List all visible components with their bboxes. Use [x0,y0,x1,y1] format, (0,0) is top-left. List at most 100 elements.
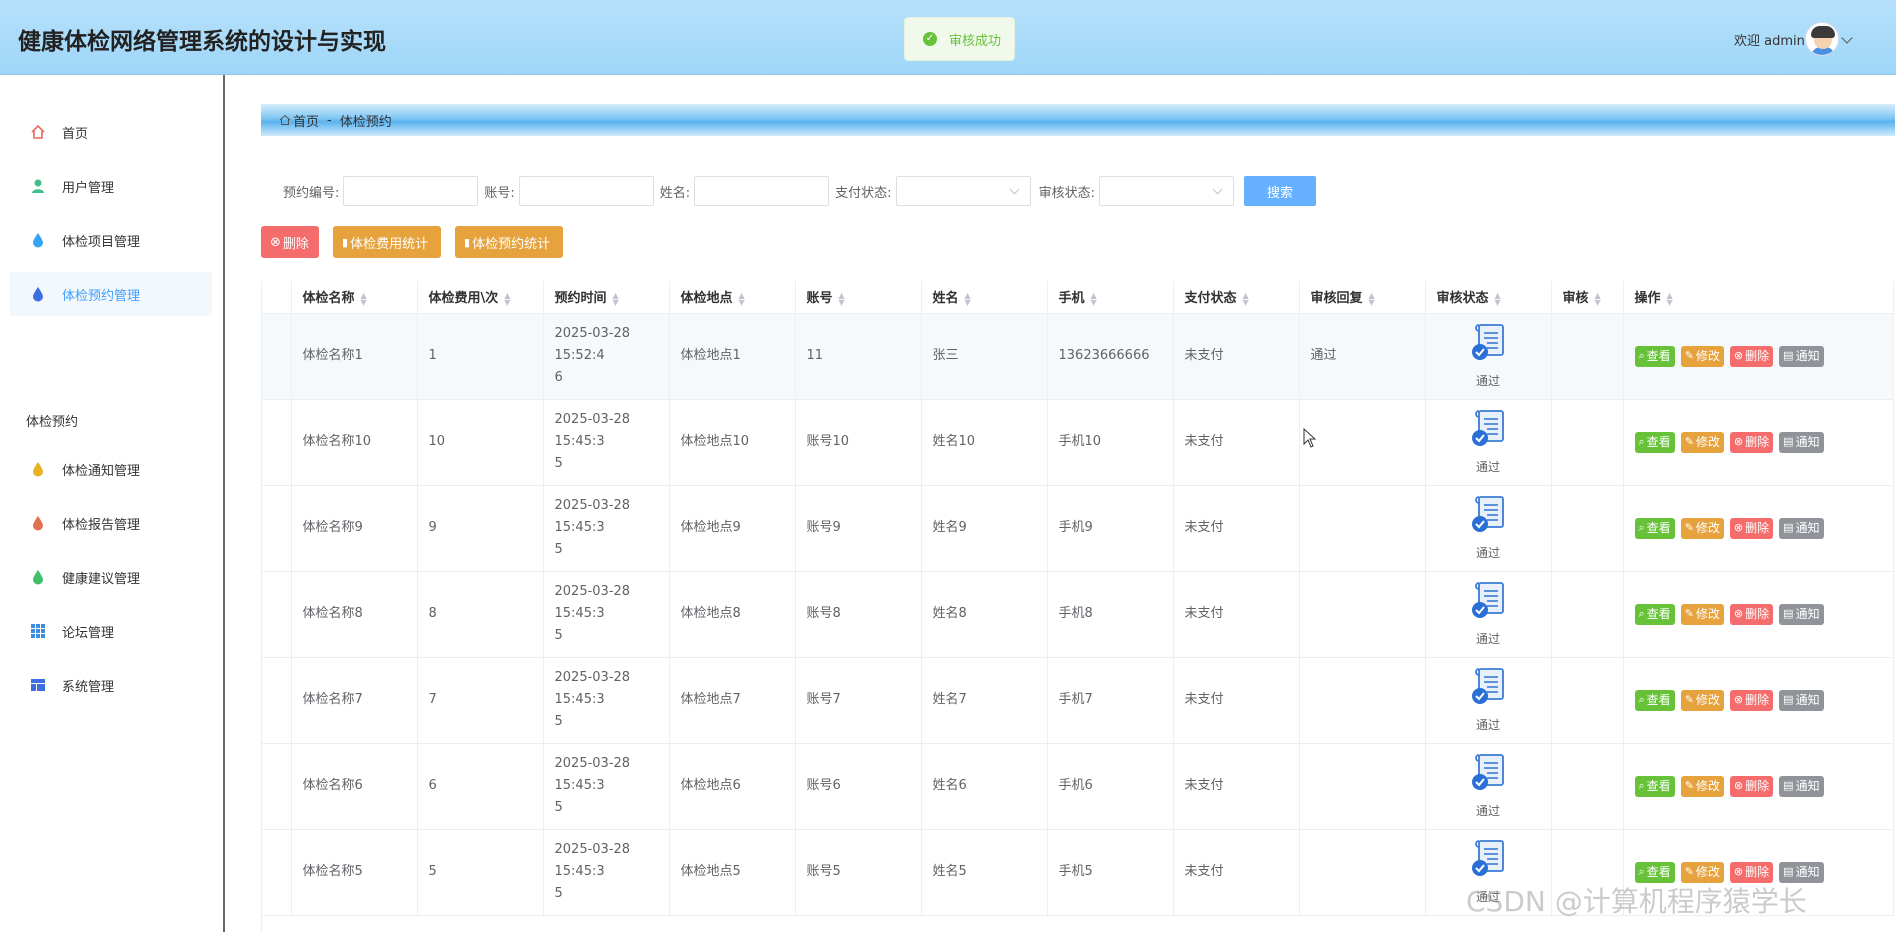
sidebar-item-notice[interactable]: 体检通知管理 [10,447,212,491]
search-form: 预约编号: 账号: 姓名: 支付状态: 审核状态: 搜索 [261,175,1316,207]
view-button[interactable]: ⌕ 查看 [1634,689,1675,711]
column-header[interactable]: 审核状态 ▲ ▼ [1425,281,1552,314]
selection-column[interactable] [262,281,292,314]
document-check-icon[interactable] [1469,323,1507,363]
cell-review-reply: 通过 [1299,313,1426,400]
batch-delete-button[interactable]: ⊗ 删除 [261,226,319,258]
document-check-icon[interactable] [1469,667,1507,707]
account-input[interactable] [518,176,654,206]
delete-button[interactable]: ⊗ 删除 [1729,431,1774,453]
sort-icon: ▲ ▼ [964,290,971,307]
sidebar-item-label: 系统管理 [62,679,115,695]
cell-review-status: 通过 [1425,485,1552,572]
edit-button[interactable]: ✎ 修改 [1680,345,1724,367]
column-header[interactable]: 体检名称 ▲ ▼ [291,281,418,314]
layout-icon [31,679,45,691]
sidebar-item-home[interactable]: 首页 [10,110,212,154]
cell-fee: 9 [417,485,544,572]
column-header[interactable]: 体检地点 ▲ ▼ [669,281,796,314]
delete-button[interactable]: ⊗ 删除 [1729,689,1774,711]
row-checkbox-cell[interactable] [262,743,292,830]
app-title: 健康体检网络管理系统的设计与实现 [18,29,386,55]
column-header[interactable]: 审核 ▲ ▼ [1551,281,1624,314]
document-check-icon[interactable] [1469,495,1507,535]
view-button[interactable]: ⌕ 查看 [1634,603,1675,625]
document-check-icon[interactable] [1469,753,1507,793]
cell-pay-status: 未支付 [1173,485,1300,572]
notify-button[interactable]: ▤ 通知 [1779,345,1824,367]
row-checkbox-cell[interactable] [262,313,292,400]
column-header[interactable]: 操作 ▲ ▼ [1623,281,1894,314]
row-checkbox-cell[interactable] [262,657,292,744]
cell-person-name: 张三 [921,313,1048,400]
delete-button[interactable]: ⊗ 删除 [1729,517,1774,539]
edit-button[interactable]: ✎ 修改 [1680,431,1724,453]
row-checkbox-cell[interactable] [262,399,292,486]
table-row: 体检名称6 6 2025-03-28 15:45:3 5 体检地点6 账号6 姓名6 手机6 未… [262,743,1894,830]
column-header[interactable]: 手机 ▲ ▼ [1047,281,1174,314]
cell-account: 账号8 [795,571,922,658]
pay-status-select[interactable] [895,176,1031,206]
sidebar-item-users[interactable]: 用户管理 [10,164,212,208]
document-check-icon[interactable] [1469,409,1507,449]
view-button[interactable]: ⌕ 查看 [1634,345,1675,367]
cell-place: 体检地点7 [669,657,796,744]
delete-button[interactable]: ⊗ 删除 [1729,775,1774,797]
cell-person-name: 姓名8 [921,571,1048,658]
drop-icon [33,570,43,585]
edit-button[interactable]: ✎ 修改 [1680,689,1724,711]
edit-button[interactable]: ✎ 修改 [1680,603,1724,625]
booking-stats-button[interactable]: ▮ 体检预约统计 [455,226,563,258]
edit-button[interactable]: ✎ 修改 [1680,517,1724,539]
notify-button[interactable]: ▤ 通知 [1779,603,1824,625]
breadcrumb-home[interactable]: 首页 [293,111,319,130]
booking-no-input[interactable] [343,176,479,206]
sidebar-item-advice[interactable]: 健康建议管理 [10,555,212,599]
delete-button[interactable]: ⊗ 删除 [1729,345,1774,367]
sidebar-item-exam-items[interactable]: 体检项目管理 [10,218,212,262]
cell-phone: 手机8 [1047,571,1174,658]
notify-button[interactable]: ▤ 通知 [1779,775,1824,797]
notify-button[interactable]: ▤ 通知 [1779,431,1824,453]
column-header[interactable]: 账号 ▲ ▼ [795,281,922,314]
notify-button[interactable]: ▤ 通知 [1779,517,1824,539]
edit-button[interactable]: ✎ 修改 [1680,775,1724,797]
sidebar-item-forum[interactable]: 论坛管理 [10,609,212,653]
delete-button[interactable]: ⊗ 删除 [1729,603,1774,625]
cell-time: 2025-03-28 15:45:3 5 [543,743,670,830]
close-circle-icon: ⊗ [1733,435,1744,448]
sort-icon: ▲ ▼ [1242,290,1249,307]
column-header[interactable]: 体检费用\次 ▲ ▼ [417,281,544,314]
sort-icon: ▲ ▼ [1594,290,1601,307]
edit-icon: ✎ [1684,435,1694,448]
row-checkbox-cell[interactable] [262,829,292,916]
sidebar-item-booking[interactable]: 体检预约管理 [10,272,212,316]
avatar[interactable] [1805,22,1839,56]
row-checkbox-cell[interactable] [262,485,292,572]
row-checkbox-cell[interactable] [262,571,292,658]
sidebar-item-report[interactable]: 体检报告管理 [10,501,212,545]
document-check-icon[interactable] [1469,581,1507,621]
fee-stats-button[interactable]: ▮ 体检费用统计 [333,226,441,258]
search-button[interactable]: 搜索 [1243,176,1316,206]
view-button[interactable]: ⌕ 查看 [1634,431,1675,453]
view-button[interactable]: ⌕ 查看 [1634,775,1675,797]
pay-status-label: 支付状态: [835,185,892,201]
review-status-label: 审核状态: [1038,185,1095,201]
sidebar-item-label: 体检报告管理 [62,517,141,533]
name-input[interactable] [694,176,830,206]
document-icon: ▤ [1783,349,1794,362]
review-status-select[interactable] [1098,176,1234,206]
column-header[interactable]: 审核回复 ▲ ▼ [1299,281,1426,314]
chevron-down-icon[interactable] [1841,32,1853,44]
view-button[interactable]: ⌕ 查看 [1634,517,1675,539]
cell-account: 账号6 [795,743,922,830]
cell-time: 2025-03-28 15:45:3 5 [543,485,670,572]
column-header[interactable]: 支付状态 ▲ ▼ [1173,281,1300,314]
column-header[interactable]: 姓名 ▲ ▼ [921,281,1048,314]
drop-icon [33,287,43,302]
notify-button[interactable]: ▤ 通知 [1779,689,1824,711]
sidebar-item-system[interactable]: 系统管理 [10,663,212,707]
column-header[interactable]: 预约时间 ▲ ▼ [543,281,670,314]
document-check-icon[interactable] [1469,839,1507,879]
